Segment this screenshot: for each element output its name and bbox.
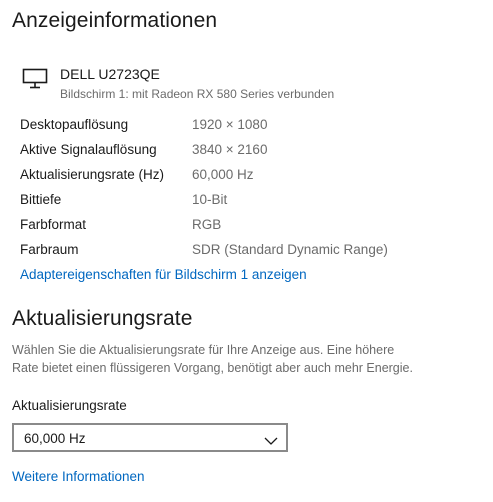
refresh-rate-description: Wählen Sie die Aktualisierungsrate für I… — [12, 341, 482, 377]
info-row-signal-resolution: Aktive Signalauflösung 3840 × 2160 — [20, 142, 480, 167]
info-row-label: Desktopauflösung — [20, 117, 129, 132]
info-row-desktop-resolution: Desktopauflösung 1920 × 1080 — [20, 117, 480, 142]
monitor-subtitle: Bildschirm 1: mit Radeon RX 580 Series v… — [60, 87, 335, 101]
refresh-rate-selected-value: 60,000 Hz — [24, 431, 86, 446]
info-row-label: Farbraum — [20, 242, 79, 257]
info-row-value: RGB — [192, 217, 222, 232]
info-row-value: SDR (Standard Dynamic Range) — [192, 242, 388, 257]
info-row-label: Aktive Signalauflösung — [20, 142, 157, 157]
chevron-down-icon — [264, 433, 278, 445]
refresh-rate-description-line: Rate bietet einen flüssigeren Vorgang, b… — [12, 361, 413, 375]
refresh-rate-title: Aktualisierungsrate — [12, 307, 193, 330]
refresh-rate-description-line: Wählen Sie die Aktualisierungsrate für I… — [12, 343, 395, 357]
info-row-label: Bittiefe — [20, 192, 62, 207]
info-row-label: Aktualisierungsrate (Hz) — [20, 167, 165, 182]
refresh-rate-field-label: Aktualisierungsrate — [12, 398, 127, 413]
more-info-link[interactable]: Weitere Informationen — [12, 469, 145, 484]
adapter-properties-link[interactable]: Adaptereigenschaften für Bildschirm 1 an… — [20, 267, 307, 282]
info-row-refresh-rate: Aktualisierungsrate (Hz) 60,000 Hz — [20, 167, 480, 192]
display-info-title: Anzeigeinformationen — [12, 9, 218, 32]
info-row-color-format: Farbformat RGB — [20, 217, 480, 242]
monitor-name: DELL U2723QE — [60, 66, 160, 82]
refresh-rate-dropdown[interactable]: 60,000 Hz — [12, 423, 288, 452]
info-row-value: 3840 × 2160 — [192, 142, 268, 157]
info-row-value: 60,000 Hz — [192, 167, 254, 182]
info-row-value: 10-Bit — [192, 192, 228, 207]
info-row-label: Farbformat — [20, 217, 87, 232]
info-row-value: 1920 × 1080 — [192, 117, 268, 132]
info-row-bit-depth: Bittiefe 10-Bit — [20, 192, 480, 217]
monitor-icon — [22, 68, 48, 90]
info-row-color-space: Farbraum SDR (Standard Dynamic Range) — [20, 242, 480, 267]
